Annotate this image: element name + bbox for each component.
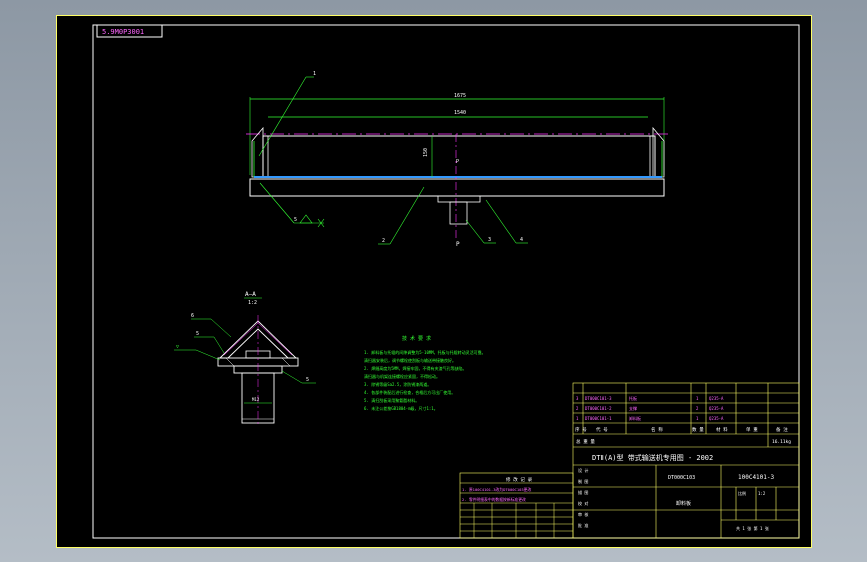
scale-label: 比例 [738,490,746,496]
bom-row-1-qty: 1 [696,416,699,421]
note-line-4: 清扫器与机架连接螺栓应紧固，不得松动。 [364,373,440,379]
view-label-p: P [456,159,459,165]
total-weight: 16.11kg [772,439,791,445]
bom-row-1-code: DT000C101-1 [585,416,612,421]
bom-header-mat: 材 料 [716,426,728,433]
dim-overall: 1675 [454,93,466,99]
callout-3: 3 [488,237,491,243]
bom-header-name: 名 称 [651,426,663,433]
bom-row-3-mat: Q235-A [709,396,724,401]
sheet-label: 共 1 张 第 1 张 [736,525,769,531]
callout-2: 2 [382,238,385,244]
part-name: 卸料板 [676,500,691,507]
bom-row-1-name: 卸料板 [629,415,641,421]
revision-line-2: 2. 零件明细表中的数据按新标准更改 [462,497,526,502]
note-line-5: 3. 除锈等级Sa2.5，涂防锈漆两道。 [364,381,431,387]
callout-5b: 5 [196,331,199,337]
dim-inner: 1540 [454,110,466,116]
revision-line-1: 1. 原100C4101-3改为DT000C103更改 [462,487,531,492]
note-line-8: 6. 未注公差按GB1804-m级，尺寸1:1。 [364,405,438,411]
notes-title: 技 术 要 求 [402,335,431,342]
callout-4: 4 [520,237,523,243]
drawing-sheet[interactable]: 5.9M0P3001 1675 1540 150 P P 1 2 3 4 5 A… [56,15,812,548]
dim-shaft: M12 [252,397,260,402]
note-line-1: 1. 卸料板与托辊的间隙调整为5-10MM，托板与托辊转动灵活可靠。 [364,349,486,355]
sign-review: 审 核 [578,511,588,517]
weld-mark: ▽ [176,344,179,350]
bom-row-3-code: DT000C101-3 [585,396,612,401]
revision-title: 修 改 记 录 [506,476,533,483]
cad-viewport[interactable]: 5.9M0P3001 1675 1540 150 P P 1 2 3 4 5 A… [0,0,867,562]
callout-6: 6 [191,313,194,319]
section-scale: 1:2 [248,300,257,306]
callout-5c: 5 [306,377,309,383]
callout-1: 1 [313,71,316,77]
bom-header-no: 序 号 [575,426,587,433]
view-label-p2: P [456,241,460,248]
sign-check: 校 对 [578,500,588,506]
bom-row-3-name: 托板 [629,395,637,401]
bom-row-1-no: 1 [576,416,579,421]
technical-notes: 技 术 要 求 1. 卸料板与托辊的间隙调整为5-10MM，托板与托辊转动灵活可… [364,335,486,411]
total-weight-label: 总 重 量 [576,438,595,445]
note-line-2: 清扫器安装后，调节螺栓使刮板与输送带接触良好。 [364,357,456,363]
bom-header-qty: 数 量 [692,426,704,433]
sign-draw: 制 图 [578,478,588,484]
note-line-6: 4. 各部件装配后进行检查，合格后方可出厂使用。 [364,389,455,395]
note-line-7: 5. 清扫刮板采用聚氨酯材料。 [364,397,419,403]
drawing-canvas: 5.9M0P3001 1675 1540 150 P P 1 2 3 4 5 A… [56,15,812,548]
callout-5: 5 [294,217,297,223]
bom-header-remark: 备 注 [776,426,788,433]
bom-row-3-no: 3 [576,396,579,401]
main-view: 1675 1540 150 P P 1 2 3 4 5 [246,71,668,248]
bom-row-1-mat: Q235-A [709,416,724,421]
note-line-3: 2. 焊缝高度为5MM，焊接牢固，不得有夹渣气孔等缺陷。 [364,365,466,371]
doc-code: DT000C103 [668,475,695,481]
bom-table: 3 DT000C101-3 托板 1 Q235-A 2 DT000C101-2 … [575,395,791,531]
bom-header-unitw: 单 重 [746,426,758,433]
sign-trace: 描 图 [578,489,588,495]
section-view: A—A 1:2 M12 6 5 ▽ 5 [174,291,316,427]
section-label: A—A [245,291,256,298]
outer-frame [56,15,812,548]
company-title: DTⅡ(A)型 带式输送机专用图 - 2002 [592,453,713,462]
bom-row-2-code: DT000C101-2 [585,406,612,411]
bom-header-code: 代 号 [596,426,608,433]
sign-design: 设 计 [578,467,588,473]
bom-row-2-qty: 2 [696,406,699,411]
scale: 1:2 [758,491,766,496]
frame-label: 5.9M0P3001 [102,28,144,36]
drawing-no: 100C4101-3 [738,474,775,481]
bom-row-2-no: 2 [576,406,579,411]
revision-table: 修 改 记 录 1. 原100C4101-3改为DT000C103更改 2. 零… [459,472,574,539]
bom-row-3-qty: 1 [696,396,699,401]
dim-height: 150 [423,148,429,157]
sign-approve: 批 准 [578,522,588,528]
bom-row-2-mat: Q235-A [709,406,724,411]
bom-row-2-name: 支撑 [629,405,637,411]
